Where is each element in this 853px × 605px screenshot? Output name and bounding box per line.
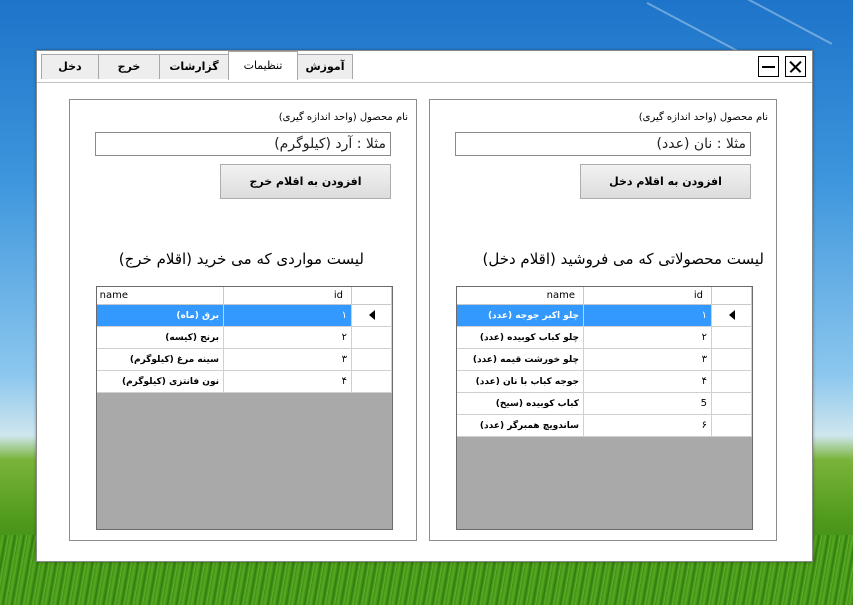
column-header-id[interactable]: id bbox=[584, 287, 712, 305]
cell-id[interactable]: ١ bbox=[584, 305, 712, 327]
column-header-name[interactable]: name bbox=[97, 287, 224, 305]
row-header[interactable] bbox=[712, 327, 752, 349]
cell-id[interactable]: ۶ bbox=[584, 415, 712, 437]
table-row[interactable]: چلو خورشت قیمه (عدد) ٣ bbox=[457, 349, 752, 371]
add-expense-item-button[interactable]: افزودن به اقلام خرج bbox=[220, 164, 391, 199]
table-row[interactable]: جوجه کباب با نان (عدد) ۴ bbox=[457, 371, 752, 393]
cell-name[interactable]: برنج (کیسه) bbox=[97, 327, 224, 349]
cell-name[interactable]: چلو اکبر جوجه (عدد) bbox=[457, 305, 584, 327]
column-header-name[interactable]: name bbox=[457, 287, 584, 305]
cell-name[interactable]: کباب کوبیده (سیخ) bbox=[457, 393, 584, 415]
row-header[interactable] bbox=[712, 371, 752, 393]
expense-items-grid[interactable]: name id برق (ماه) ١ برنج (کیسه) ٢ سینه مرغ (… bbox=[96, 286, 393, 530]
cell-id[interactable]: ۴ bbox=[224, 371, 352, 393]
table-row[interactable]: کباب کوبیده (سیخ) 5 bbox=[457, 393, 752, 415]
grid-header: name id bbox=[457, 287, 752, 305]
row-header[interactable] bbox=[352, 349, 392, 371]
cell-id[interactable]: ٣ bbox=[584, 349, 712, 371]
table-row[interactable]: سینه مرغ (کیلوگرم) ٣ bbox=[97, 349, 392, 371]
tab-2[interactable]: گزارشات bbox=[159, 54, 229, 79]
cell-id[interactable]: ۴ bbox=[584, 371, 712, 393]
row-header[interactable] bbox=[352, 327, 392, 349]
table-row[interactable]: چلو کباب کوبیده (عدد) ٢ bbox=[457, 327, 752, 349]
tab-1[interactable]: خرج bbox=[98, 54, 160, 79]
column-header-id[interactable]: id bbox=[224, 287, 352, 305]
cell-name[interactable]: ساندویچ همبرگر (عدد) bbox=[457, 415, 584, 437]
grid-header: name id bbox=[97, 287, 392, 305]
app-window: دخل خرج گزارشات تنظیمات آموزش نام محصول (واح… bbox=[36, 50, 813, 562]
table-row[interactable]: برنج (کیسه) ٢ bbox=[97, 327, 392, 349]
close-button[interactable] bbox=[785, 56, 806, 77]
expense-item-input[interactable]: مثلا : آرد (کیلوگرم) bbox=[95, 132, 391, 156]
cell-name[interactable]: برق (ماه) bbox=[97, 305, 224, 327]
table-row[interactable]: نون فانتزی (کیلوگرم) ۴ bbox=[97, 371, 392, 393]
table-row[interactable]: چلو اکبر جوجه (عدد) ١ bbox=[457, 305, 752, 327]
sky-streak bbox=[707, 0, 833, 45]
row-header[interactable] bbox=[712, 349, 752, 371]
tab-0[interactable]: دخل bbox=[41, 54, 99, 79]
current-row-arrow-icon bbox=[368, 310, 375, 320]
cell-name[interactable]: چلو کباب کوبیده (عدد) bbox=[457, 327, 584, 349]
row-header[interactable] bbox=[352, 305, 392, 327]
income-field-label: نام محصول (واحد اندازه گیری) bbox=[638, 112, 768, 123]
cell-id[interactable]: ٢ bbox=[224, 327, 352, 349]
grid-corner-header bbox=[352, 287, 392, 305]
minimize-button[interactable] bbox=[758, 56, 779, 77]
expense-field-label: نام محصول (واحد اندازه گیری) bbox=[278, 112, 408, 123]
row-header[interactable] bbox=[712, 393, 752, 415]
cell-name[interactable]: جوجه کباب با نان (عدد) bbox=[457, 371, 584, 393]
current-row-arrow-icon bbox=[728, 310, 735, 320]
tab-bar: دخل خرج گزارشات تنظیمات آموزش bbox=[37, 51, 812, 83]
income-item-input[interactable]: مثلا : نان (عدد) bbox=[455, 132, 751, 156]
table-row[interactable]: ساندویچ همبرگر (عدد) ۶ bbox=[457, 415, 752, 437]
cell-id[interactable]: ٣ bbox=[224, 349, 352, 371]
add-income-item-button[interactable]: افزودن به اقلام دخل bbox=[580, 164, 751, 199]
expense-list-title: لیست مواردی که می خرید (اقلام خرج) bbox=[118, 250, 364, 268]
row-header[interactable] bbox=[712, 415, 752, 437]
grid-corner-header bbox=[712, 287, 752, 305]
tab-4[interactable]: آموزش bbox=[297, 54, 353, 79]
row-header[interactable] bbox=[352, 371, 392, 393]
tab-strip: دخل خرج گزارشات تنظیمات آموزش bbox=[41, 51, 353, 80]
row-header[interactable] bbox=[712, 305, 752, 327]
expense-items-panel: نام محصول (واحد اندازه گیری) مثلا : آرد … bbox=[69, 99, 417, 541]
cell-name[interactable]: چلو خورشت قیمه (عدد) bbox=[457, 349, 584, 371]
income-items-grid[interactable]: name id چلو اکبر جوجه (عدد) ١ چلو کباب کوب… bbox=[456, 286, 753, 530]
cell-name[interactable]: سینه مرغ (کیلوگرم) bbox=[97, 349, 224, 371]
income-items-panel: نام محصول (واحد اندازه گیری) مثلا : نان … bbox=[429, 99, 777, 541]
cell-id[interactable]: 5 bbox=[584, 393, 712, 415]
cell-id[interactable]: ٢ bbox=[584, 327, 712, 349]
cell-name[interactable]: نون فانتزی (کیلوگرم) bbox=[97, 371, 224, 393]
income-list-title: لیست محصولاتی که می فروشید (اقلام دخل) bbox=[482, 250, 765, 268]
tab-3[interactable]: تنظیمات bbox=[228, 51, 298, 80]
table-row[interactable]: برق (ماه) ١ bbox=[97, 305, 392, 327]
cell-id[interactable]: ١ bbox=[224, 305, 352, 327]
